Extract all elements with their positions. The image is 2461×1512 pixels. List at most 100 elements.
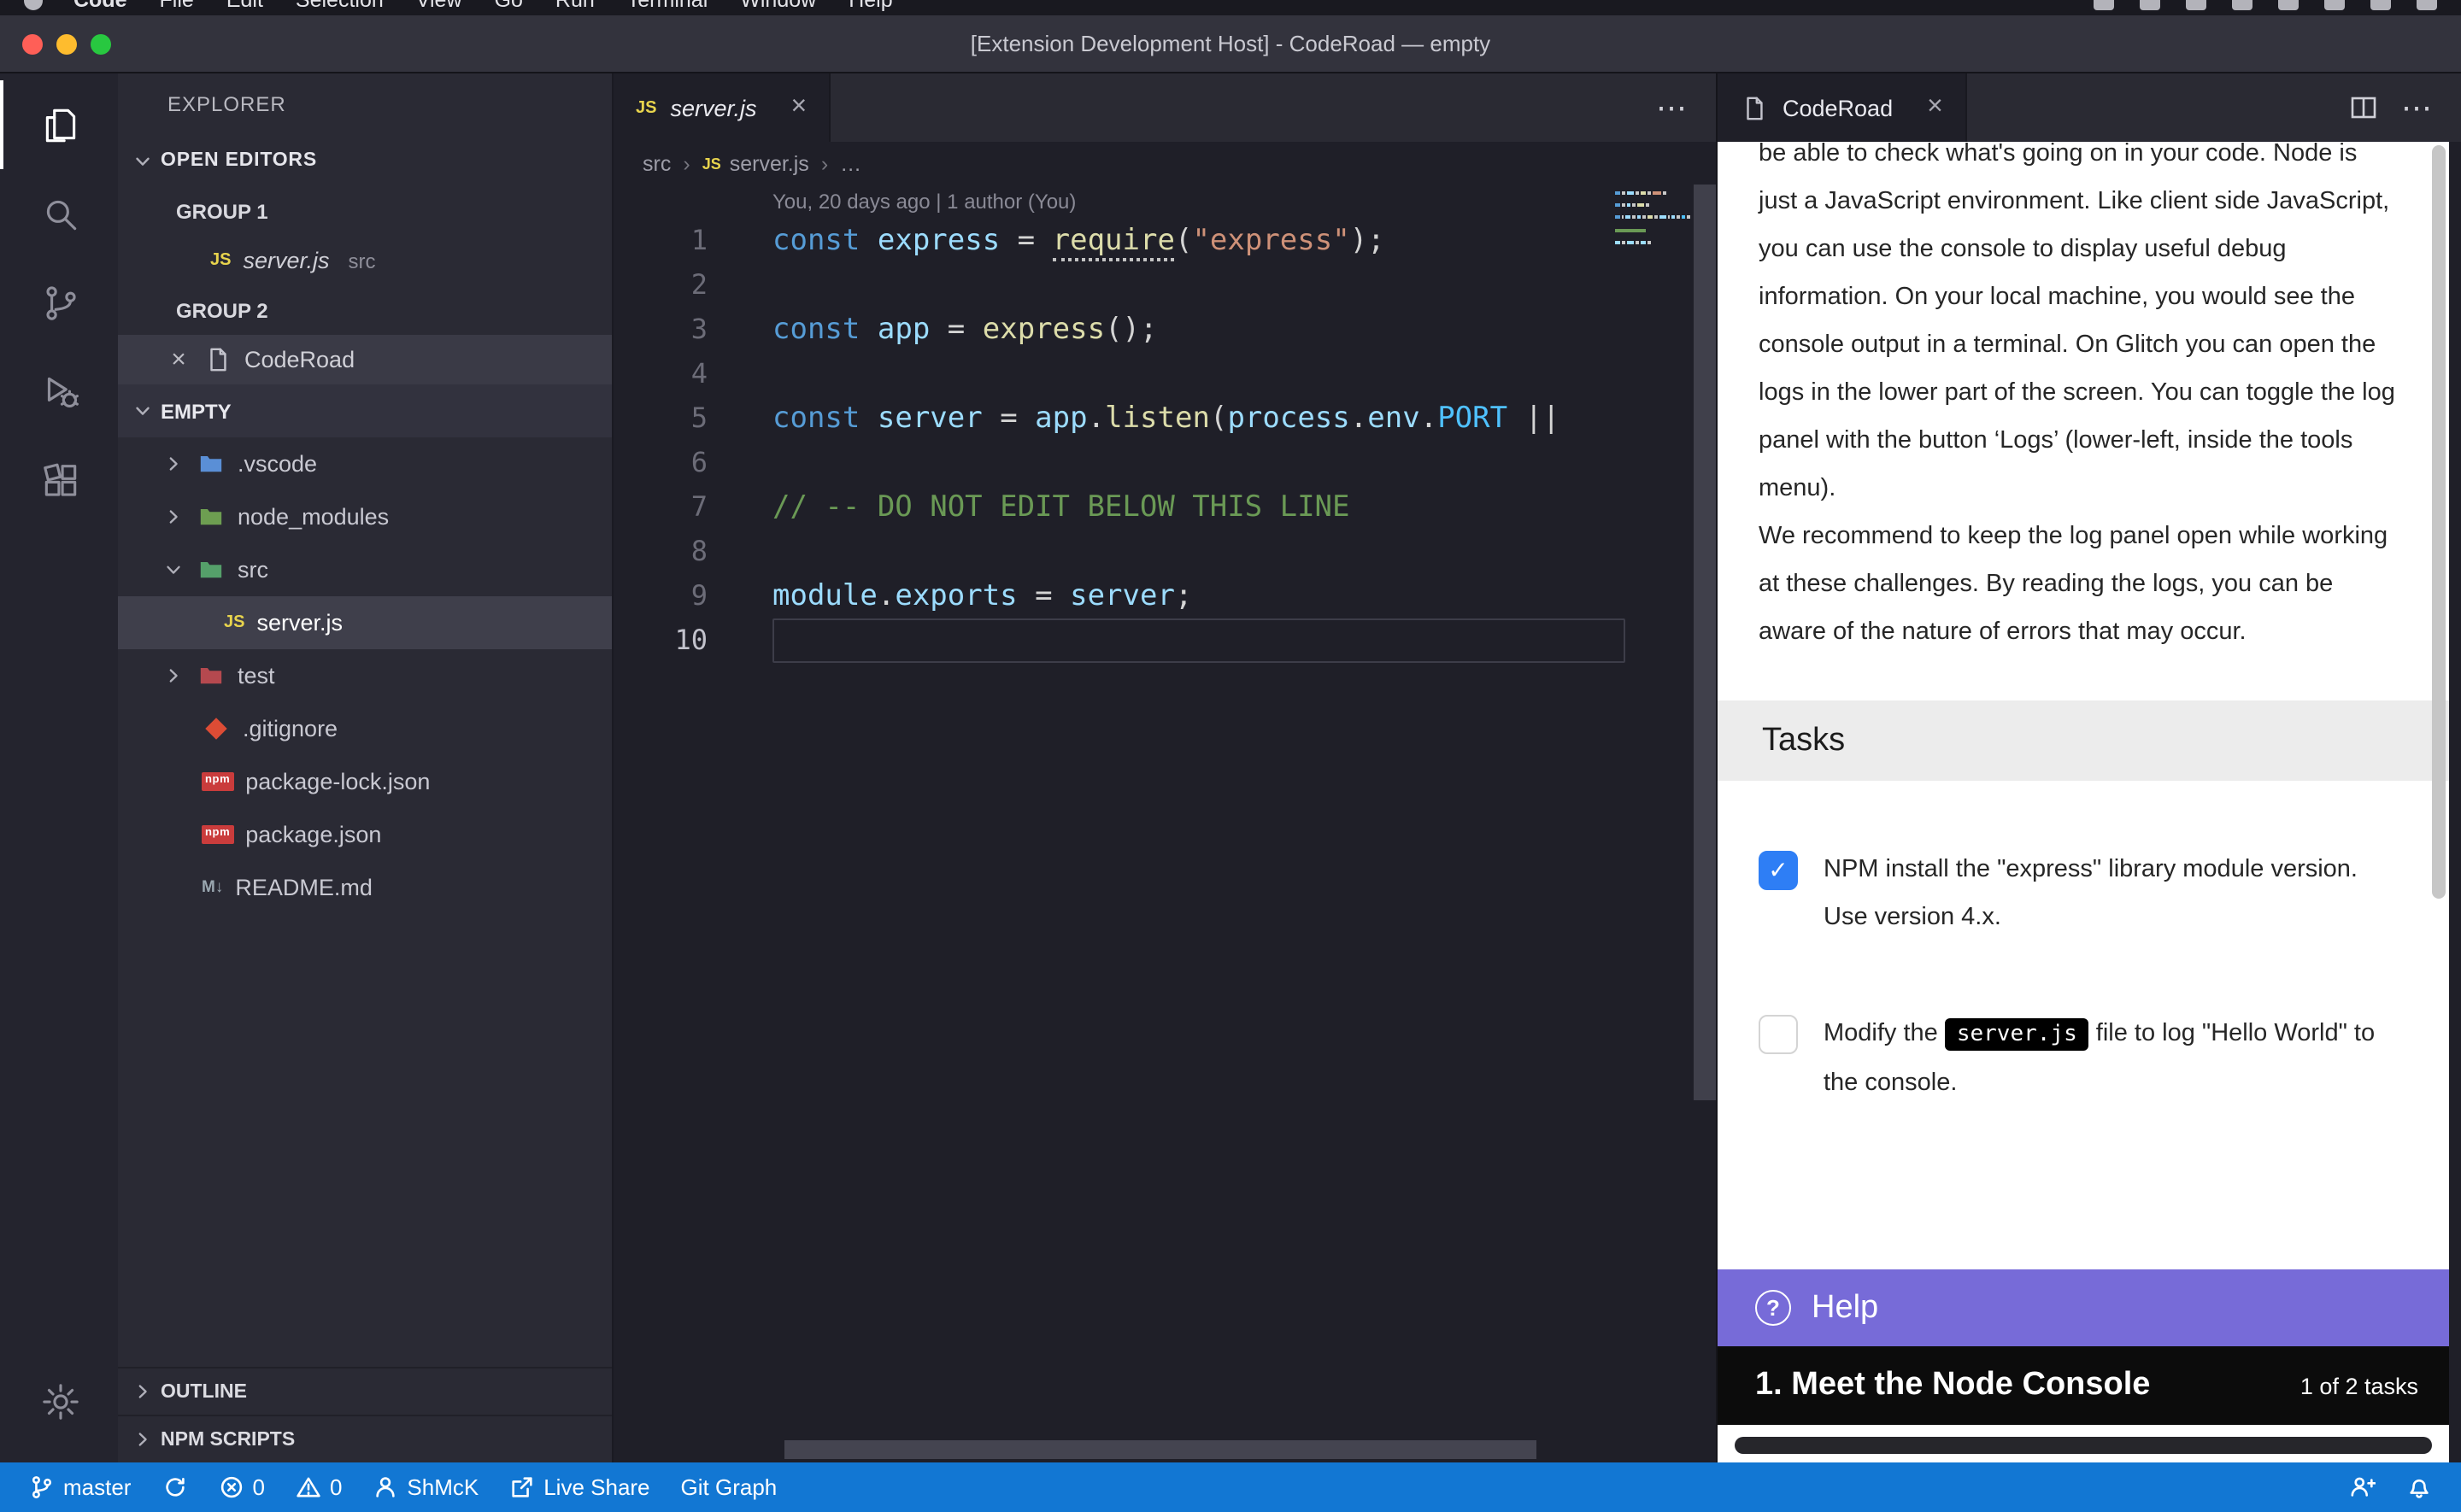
activity-explorer[interactable]: [0, 80, 118, 169]
line-number[interactable]: 7: [614, 485, 708, 530]
line-number[interactable]: 2: [614, 263, 708, 308]
tree-item-readme-md[interactable]: M↓README.md: [118, 861, 612, 914]
breadcrumbs[interactable]: src›JSserver.js›…: [614, 142, 1716, 185]
section-outline[interactable]: OUTLINE: [118, 1367, 612, 1415]
line-number[interactable]: 8: [614, 530, 708, 574]
code-line-10[interactable]: 10: [614, 618, 1625, 663]
menubar-icon[interactable]: [2094, 0, 2114, 9]
apple-menu-icon[interactable]: [24, 0, 43, 10]
breadcrumb-src[interactable]: src: [643, 151, 671, 175]
code-editor[interactable]: You, 20 days ago | 1 author (You) 1const…: [614, 185, 1716, 1439]
editor-vertical-scrollbar[interactable]: [1694, 185, 1716, 1439]
close-tab-icon[interactable]: ×: [1927, 92, 1943, 123]
scrollbar-thumb[interactable]: [784, 1440, 1536, 1459]
menubar-icon[interactable]: [2186, 0, 2206, 9]
menubar-icon[interactable]: [2324, 0, 2345, 9]
status-warnings[interactable]: 0: [280, 1462, 357, 1512]
activity-manage[interactable]: [0, 1357, 118, 1445]
close-tab-icon[interactable]: ×: [791, 92, 808, 123]
tree-item-gitignore[interactable]: .gitignore: [118, 702, 612, 755]
menu-edit[interactable]: Edit: [226, 0, 263, 15]
menubar-icon[interactable]: [2232, 0, 2252, 9]
menu-help[interactable]: Help: [849, 0, 892, 15]
status-git-branch[interactable]: master: [14, 1462, 146, 1512]
coderoad-panel: CodeRoad × ⋯ be able to check what's goi…: [1716, 73, 2461, 1462]
activity-run-and-debug[interactable]: [0, 347, 118, 436]
code-line-2[interactable]: 2: [614, 263, 1625, 308]
status-notifications[interactable]: [2391, 1462, 2447, 1512]
activity-source-control[interactable]: [0, 258, 118, 347]
menu-window[interactable]: Window: [740, 0, 816, 15]
line-number[interactable]: 4: [614, 352, 708, 396]
tab-coderoad[interactable]: CodeRoad ×: [1718, 73, 1967, 142]
close-editor-icon[interactable]: ×: [166, 345, 191, 374]
tab-server-js[interactable]: JS server.js ×: [614, 73, 831, 142]
webview-scrollbar[interactable]: [2432, 145, 2447, 1462]
help-bar[interactable]: ? Help: [1718, 1269, 2449, 1346]
breadcrumb-[interactable]: …: [840, 151, 861, 175]
section-workspace-empty[interactable]: EMPTY: [118, 384, 612, 437]
tree-item-node-modules[interactable]: node_modules: [118, 490, 612, 543]
task-checkbox-checked[interactable]: ✓: [1759, 851, 1798, 890]
menubar-icon[interactable]: [2370, 0, 2391, 9]
editor-more-actions-icon[interactable]: ⋯: [1656, 90, 1689, 126]
code-line-8[interactable]: 8: [614, 530, 1625, 574]
code-line-6[interactable]: 6: [614, 441, 1625, 485]
menubar-icon[interactable]: [2278, 0, 2299, 9]
titlebar[interactable]: [Extension Development Host] - CodeRoad …: [0, 15, 2461, 73]
tree-item-test[interactable]: test: [118, 649, 612, 702]
scrollbar-thumb[interactable]: [2432, 145, 2446, 898]
status-account-shmck[interactable]: ShMcK: [357, 1462, 494, 1512]
activity-extensions[interactable]: [0, 436, 118, 525]
panel-more-actions-icon[interactable]: ⋯: [2401, 90, 2434, 126]
menu-go[interactable]: Go: [495, 0, 523, 15]
task-checkbox-unchecked[interactable]: [1759, 1015, 1798, 1054]
line-number[interactable]: 10: [614, 618, 708, 663]
minimize-window-button[interactable]: [56, 33, 77, 54]
editor-horizontal-scrollbar[interactable]: [614, 1439, 1716, 1462]
tree-item-vscode[interactable]: .vscode: [118, 437, 612, 490]
code-line-9[interactable]: 9module.exports = server;: [614, 574, 1625, 618]
lesson-footer[interactable]: 1. Meet the Node Console 1 of 2 tasks: [1718, 1346, 2449, 1425]
section-open-editors[interactable]: OPEN EDITORS: [118, 135, 612, 186]
tree-item-package-json[interactable]: npmpackage.json: [118, 808, 612, 861]
line-number[interactable]: 3: [614, 308, 708, 352]
code-line-3[interactable]: 3const app = express();: [614, 308, 1625, 352]
section-npm-scripts[interactable]: NPM SCRIPTS: [118, 1415, 612, 1462]
code-line-7[interactable]: 7// -- DO NOT EDIT BELOW THIS LINE: [614, 485, 1625, 530]
code-line-1[interactable]: 1const express = require("express");: [614, 219, 1625, 263]
tree-item-server-js[interactable]: JSserver.js: [118, 596, 612, 649]
status-live-share-invite[interactable]: [2335, 1462, 2391, 1512]
line-number[interactable]: 5: [614, 396, 708, 441]
menubar-icon[interactable]: [2140, 0, 2160, 9]
menu-selection[interactable]: Selection: [296, 0, 384, 15]
menu-file[interactable]: File: [160, 0, 194, 15]
line-number[interactable]: 6: [614, 441, 708, 485]
close-window-button[interactable]: [22, 33, 43, 54]
status-errors[interactable]: 0: [203, 1462, 279, 1512]
activity-search[interactable]: [0, 169, 118, 258]
tree-item-src[interactable]: src: [118, 543, 612, 596]
minimap[interactable]: [1615, 191, 1690, 253]
status-git-graph[interactable]: Git Graph: [666, 1462, 793, 1512]
tree-item-package-lock-json[interactable]: npmpackage-lock.json: [118, 755, 612, 808]
status-live-share[interactable]: Live Share: [494, 1462, 665, 1512]
menu-terminal[interactable]: Terminal: [627, 0, 708, 15]
menu-view[interactable]: View: [416, 0, 462, 15]
split-editor-icon[interactable]: [2350, 94, 2377, 121]
menubar-icon[interactable]: [2417, 0, 2437, 9]
codelens[interactable]: You, 20 days ago | 1 author (You): [772, 185, 1716, 219]
scrollbar-thumb[interactable]: [1694, 185, 1716, 1100]
breadcrumb-server-js[interactable]: JSserver.js: [702, 151, 809, 175]
menu-run[interactable]: Run: [555, 0, 595, 15]
open-editor-server-js[interactable]: JSserver.jssrc: [118, 236, 612, 285]
open-editor-coderoad[interactable]: ×CodeRoad: [118, 335, 612, 384]
status-sync-changes[interactable]: [146, 1462, 203, 1512]
zoom-window-button[interactable]: [91, 33, 111, 54]
code-line-5[interactable]: 5const server = app.listen(process.env.P…: [614, 396, 1625, 441]
collapsed-section-bar[interactable]: [1735, 1437, 2432, 1454]
menu-code[interactable]: Code: [73, 0, 127, 15]
line-number[interactable]: 9: [614, 574, 708, 618]
code-line-4[interactable]: 4: [614, 352, 1625, 396]
line-number[interactable]: 1: [614, 219, 708, 263]
